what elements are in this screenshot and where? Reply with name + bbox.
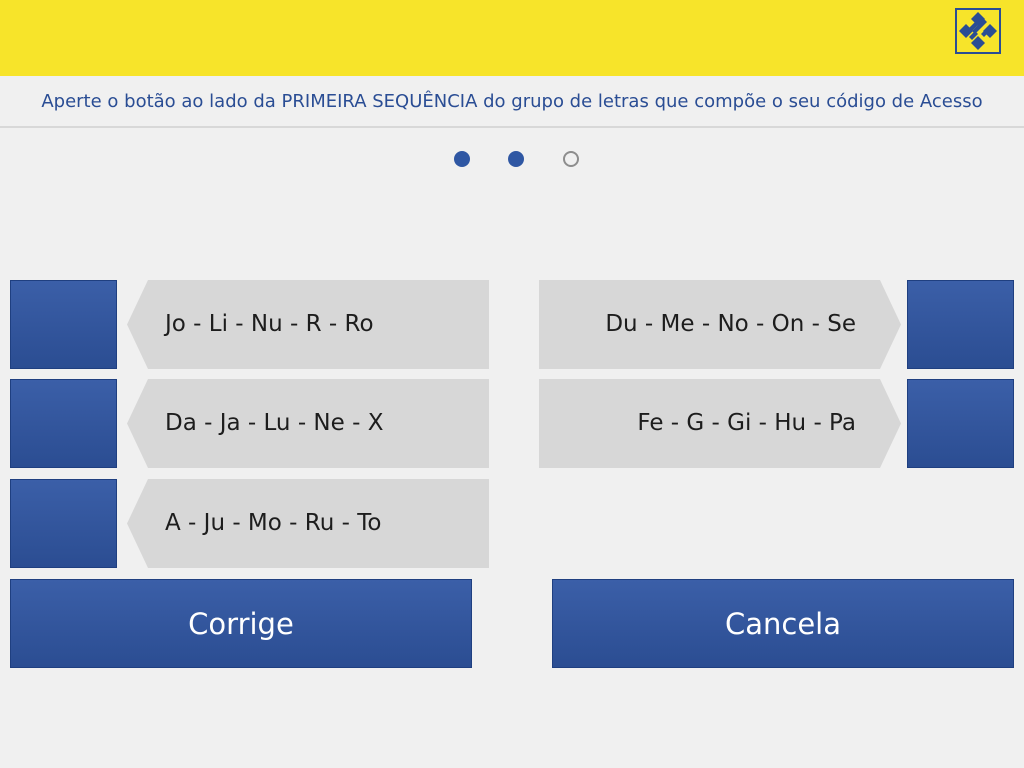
- top-bar: [0, 0, 1024, 76]
- cancela-button[interactable]: Cancela: [552, 579, 1014, 668]
- progress-dot-filled: [508, 151, 524, 167]
- select-button-left-3[interactable]: [10, 479, 117, 568]
- option-label-right-1[interactable]: Du - Me - No - On - Se: [539, 280, 901, 369]
- progress-dot-empty: [563, 151, 579, 167]
- banco-do-brasil-logo-icon: [955, 8, 1001, 54]
- option-label-left-2[interactable]: Da - Ja - Lu - Ne - X: [127, 379, 489, 468]
- select-button-left-2[interactable]: [10, 379, 117, 468]
- option-label-left-1[interactable]: Jo - Li - Nu - R - Ro: [127, 280, 489, 369]
- option-label-left-3[interactable]: A - Ju - Mo - Ru - To: [127, 479, 489, 568]
- select-button-right-2[interactable]: [907, 379, 1014, 468]
- progress-dot-filled: [454, 151, 470, 167]
- select-button-left-1[interactable]: [10, 280, 117, 369]
- select-button-right-1[interactable]: [907, 280, 1014, 369]
- corrige-button[interactable]: Corrige: [10, 579, 472, 668]
- instruction-text: Aperte o botão ao lado da PRIMEIRA SEQUÊ…: [0, 76, 1024, 128]
- option-label-right-2[interactable]: Fe - G - Gi - Hu - Pa: [539, 379, 901, 468]
